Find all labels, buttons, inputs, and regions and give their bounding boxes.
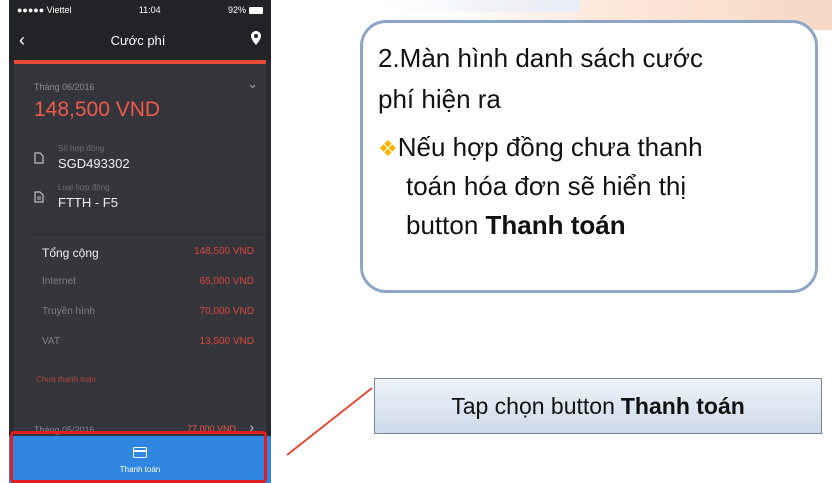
tap-instruction: Tap chọn button Thanh toán [374, 378, 822, 434]
diamond-bullet-icon: ❖ [378, 136, 398, 161]
callout-line-5: button Thanh toán [406, 210, 626, 240]
callout-line-1: 2.Màn hình danh sách cước [378, 43, 703, 73]
tap-instruction-bold: Thanh toán [620, 392, 745, 419]
tap-instruction-text: Tap chọn button [451, 392, 615, 419]
callout-line-3: ❖Nếu hợp đồng chưa thanh [378, 132, 703, 162]
callout-line-4: toán hóa đơn sẽ hiển thị [406, 171, 687, 201]
callout-line-2: phí hiện ra [378, 84, 501, 114]
